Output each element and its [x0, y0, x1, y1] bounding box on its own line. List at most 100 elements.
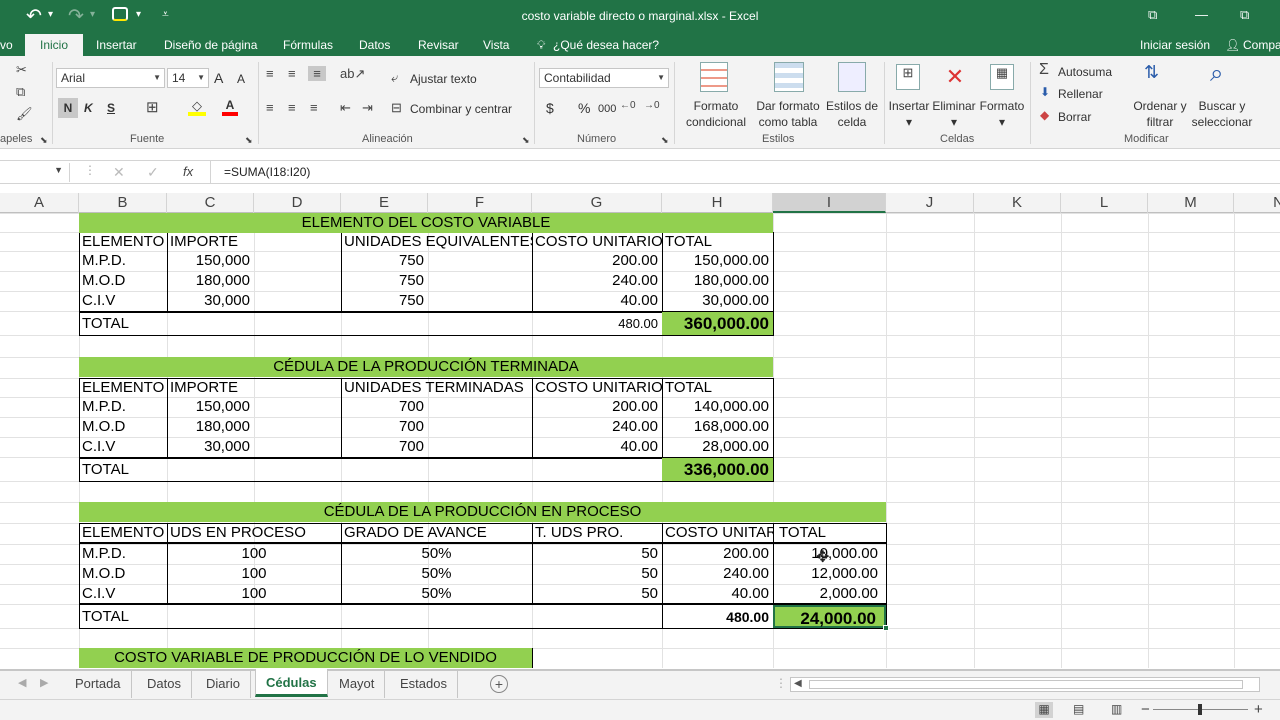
table3-cell[interactable]: 50	[532, 544, 662, 564]
cancel-icon[interactable]: ✕	[113, 164, 125, 181]
conditional-format-button[interactable]: Formato condicional	[678, 98, 754, 130]
insert-cells-button[interactable]: Insertar ▾	[886, 98, 932, 130]
table3-cell[interactable]: 40.00	[662, 584, 773, 604]
table3-header-cell[interactable]: GRADO DE AVANCE	[341, 523, 532, 543]
table3-cell[interactable]: 100	[167, 544, 341, 564]
table3-cell[interactable]: 100	[167, 584, 341, 604]
column-header-h[interactable]: H	[662, 193, 773, 213]
align-middle-icon[interactable]: ≡	[288, 66, 296, 81]
fill-handle[interactable]	[883, 625, 889, 631]
table2-cell[interactable]: 700	[341, 417, 428, 437]
copy-icon[interactable]: ⧉	[16, 84, 25, 100]
underline-button[interactable]: S	[107, 101, 115, 115]
table2-header-cell[interactable]: TOTAL	[662, 378, 773, 398]
table2-total-label[interactable]: TOTAL	[79, 460, 167, 480]
table3-cell[interactable]: C.I.V	[79, 584, 167, 604]
table3-cell[interactable]: 50%	[341, 584, 532, 604]
table1-total-label[interactable]: TOTAL	[79, 314, 167, 334]
column-header-n[interactable]: N	[1234, 193, 1280, 213]
page-break-icon[interactable]: ▥	[1111, 702, 1122, 716]
table1-header-cell[interactable]: IMPORTE	[167, 232, 341, 252]
table1-cell[interactable]: 750	[341, 271, 428, 291]
restore-icon[interactable]: ⧉	[1240, 7, 1249, 23]
cell-styles-button[interactable]: Estilos de celda	[824, 98, 880, 130]
launcher-icon[interactable]: ⬊	[522, 135, 530, 146]
worksheet-grid[interactable]: ELEMENTO DEL COSTO VARIABLE ELEMENTO IMP…	[0, 213, 1280, 668]
wrap-text-button[interactable]: Ajustar texto	[410, 72, 477, 86]
normal-view-icon[interactable]: ▦	[1035, 702, 1053, 718]
font-name-combo[interactable]: Arial ▼	[56, 68, 165, 88]
table3-header-cell[interactable]: COSTO UNITAR	[662, 523, 773, 543]
zoom-slider-thumb[interactable]	[1198, 704, 1202, 715]
table2-cell[interactable]: 700	[341, 397, 428, 417]
table2-cell[interactable]: 700	[341, 437, 428, 457]
table2-total-value[interactable]: 336,000.00	[662, 458, 773, 481]
zoom-out-button[interactable]: −	[1141, 701, 1150, 718]
table1-cell[interactable]: 750	[341, 291, 428, 311]
table1-cell[interactable]: 150,000	[167, 251, 254, 271]
tab-archivo[interactable]: vo	[0, 34, 13, 56]
table1-cell[interactable]: 750	[341, 251, 428, 271]
horizontal-scrollbar[interactable]: ◀	[790, 677, 1260, 692]
merge-center-button[interactable]: Combinar y centrar	[410, 102, 512, 116]
table1-cell[interactable]: M.P.D.	[79, 251, 167, 271]
sheet-tab-datos[interactable]: Datos	[137, 670, 192, 698]
enter-icon[interactable]: ✓	[147, 164, 159, 181]
table3-header-cell[interactable]: TOTAL	[776, 523, 886, 543]
table3-cell[interactable]: 50	[532, 564, 662, 584]
column-header-f[interactable]: F	[428, 193, 532, 213]
launcher-icon[interactable]: ⬊	[40, 135, 48, 146]
table1-cell[interactable]: 180,000.00	[662, 271, 773, 291]
table3-cell[interactable]: 50%	[341, 564, 532, 584]
column-header-a[interactable]: A	[0, 193, 79, 213]
table3-total-unit[interactable]: 480.00	[662, 607, 773, 627]
format-painter-small-icon[interactable]: 🖌︎	[16, 106, 33, 122]
fill-color-icon[interactable]: ◇	[188, 98, 206, 116]
tab-insertar[interactable]: Insertar	[96, 34, 137, 56]
table3-header-cell[interactable]: ELEMENTO	[79, 523, 167, 543]
borders-icon[interactable]: ⊞	[146, 98, 159, 116]
table1-cell[interactable]: 180,000	[167, 271, 254, 291]
percent-button[interactable]: %	[578, 101, 590, 115]
table1-total-value[interactable]: 360,000.00	[662, 312, 773, 335]
minimize-icon[interactable]: —	[1195, 7, 1208, 22]
sort-filter-button[interactable]: Ordenar y filtrar	[1130, 98, 1190, 130]
zoom-in-button[interactable]: +	[1254, 701, 1263, 718]
clear-button[interactable]: Borrar	[1058, 110, 1091, 124]
table2-cell[interactable]: 168,000.00	[662, 417, 773, 437]
tab-datos[interactable]: Datos	[359, 34, 390, 56]
table3-cell[interactable]: M.O.D	[79, 564, 167, 584]
table2-header-cell[interactable]: ELEMENTO	[79, 378, 167, 398]
scroll-thumb[interactable]	[809, 680, 1243, 689]
sheet-tab-cedulas[interactable]: Cédulas	[255, 669, 328, 697]
table1-cell[interactable]: 240.00	[532, 271, 662, 291]
bold-button[interactable]: N	[58, 98, 78, 118]
table1-cell[interactable]: C.I.V	[79, 291, 167, 311]
table2-cell[interactable]: 140,000.00	[662, 397, 773, 417]
column-header-l[interactable]: L	[1061, 193, 1148, 213]
table3-cell[interactable]: 2,000.00	[773, 584, 886, 604]
table2-cell[interactable]: M.O.D	[79, 417, 167, 437]
sheet-tab-mayot[interactable]: Mayot	[329, 670, 386, 698]
table3-cell[interactable]: 50	[532, 584, 662, 604]
table3-cell[interactable]: M.P.D.	[79, 544, 167, 564]
orientation-icon[interactable]: ab↗	[340, 66, 365, 82]
table2-cell[interactable]: 200.00	[532, 397, 662, 417]
sheet-tab-diario[interactable]: Diario	[196, 670, 251, 698]
cut-icon[interactable]: ✂	[16, 62, 27, 78]
ribbon-display-icon[interactable]: ⧉	[1148, 7, 1157, 23]
scroll-left-icon[interactable]: ◀	[794, 678, 802, 689]
table1-total-unit[interactable]: 480.00	[532, 314, 662, 334]
align-top-icon[interactable]: ≡	[266, 66, 274, 81]
table2-cell[interactable]: 240.00	[532, 417, 662, 437]
format-as-table-button[interactable]: Dar formato como tabla	[752, 98, 824, 130]
tab-diseno-pagina[interactable]: Diseño de página	[164, 34, 257, 56]
column-header-j[interactable]: J	[886, 193, 974, 213]
column-header-d[interactable]: D	[254, 193, 341, 213]
column-header-m[interactable]: M	[1148, 193, 1234, 213]
add-sheet-icon[interactable]: +	[490, 675, 508, 693]
format-cells-button[interactable]: Formato ▾	[978, 98, 1026, 130]
decrease-decimal-icon[interactable]: ←0	[620, 100, 636, 111]
table2-header-cell[interactable]: COSTO UNITARIO	[532, 378, 662, 398]
align-center-icon[interactable]: ≡	[288, 100, 296, 115]
